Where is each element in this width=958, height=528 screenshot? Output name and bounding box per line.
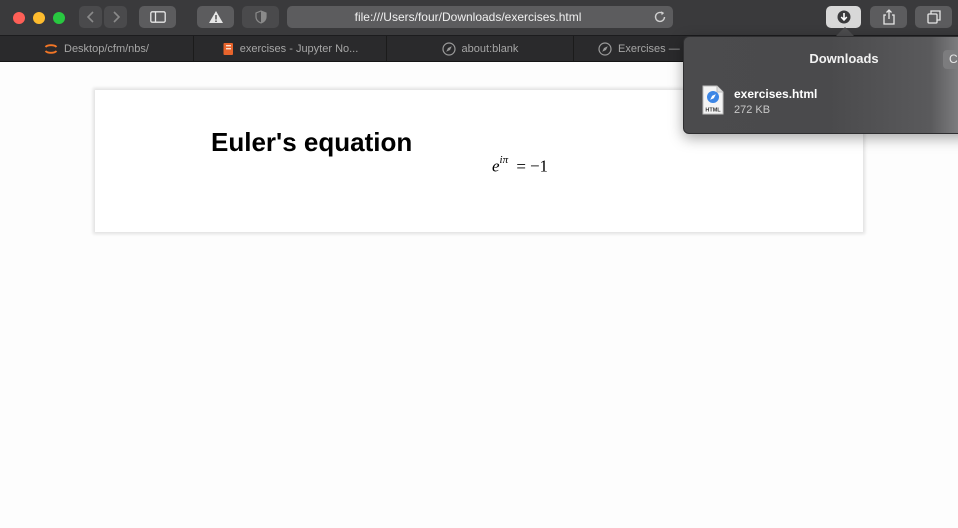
tab-label: about:blank xyxy=(461,42,519,55)
back-button[interactable] xyxy=(79,6,102,28)
download-arrow-icon xyxy=(837,10,850,24)
url-text: file:///Users/four/Downloads/exercises.h… xyxy=(354,10,582,24)
downloads-popover: Downloads Clear HTML exercises.html 272 … xyxy=(683,36,958,134)
tabs-icon xyxy=(926,10,941,24)
minimize-window-button[interactable] xyxy=(33,12,45,24)
warning-triangle-icon xyxy=(208,11,223,23)
tab-about-blank[interactable]: about:blank xyxy=(387,36,574,61)
popover-caret xyxy=(836,27,854,36)
security-warning-button[interactable] xyxy=(197,6,234,28)
chevron-right-icon xyxy=(112,11,120,23)
sidebar-button[interactable] xyxy=(139,6,176,28)
euler-equation: eiπ = −1 xyxy=(492,154,549,177)
tab-overview-button[interactable] xyxy=(915,6,952,28)
chevron-left-icon xyxy=(86,11,94,23)
notebook-icon xyxy=(223,42,233,55)
equation-operator: = xyxy=(516,156,526,176)
address-bar[interactable]: file:///Users/four/Downloads/exercises.h… xyxy=(287,6,673,28)
compass-icon xyxy=(441,41,456,56)
jupyter-icon xyxy=(44,43,58,54)
page-heading: Euler's equation xyxy=(211,127,413,157)
forward-button[interactable] xyxy=(104,6,127,28)
equation-base: e xyxy=(492,156,500,176)
shield-icon xyxy=(254,10,267,24)
share-icon xyxy=(882,9,895,25)
share-button[interactable] xyxy=(870,6,907,28)
privacy-report-button[interactable] xyxy=(242,6,279,28)
tab-label: Desktop/cfm/nbs/ xyxy=(64,42,149,55)
download-file-name[interactable]: exercises.html xyxy=(734,87,817,101)
tab-jupyter-notebook[interactable]: exercises - Jupyter No... xyxy=(194,36,387,61)
file-type-label: HTML xyxy=(705,108,721,114)
tab-label: exercises - Jupyter No... xyxy=(239,42,359,55)
zoom-window-button[interactable] xyxy=(53,12,65,24)
close-window-button[interactable] xyxy=(13,12,25,24)
html-file-icon[interactable]: HTML xyxy=(702,85,724,115)
tab-label: Exercises — xyxy=(618,42,680,55)
sidebar-icon xyxy=(149,11,166,23)
tab-exercises[interactable]: Exercises — xyxy=(574,36,684,61)
equation-exponent: iπ xyxy=(499,154,509,166)
browser-toolbar: file:///Users/four/Downloads/exercises.h… xyxy=(0,0,958,36)
clear-downloads-button[interactable]: Clear xyxy=(943,50,958,69)
downloads-button[interactable] xyxy=(826,6,861,28)
equation-rhs: −1 xyxy=(529,156,549,176)
download-file-size: 272 KB xyxy=(734,104,771,116)
downloads-title: Downloads xyxy=(809,51,879,66)
tab-desktop-nbs[interactable]: Desktop/cfm/nbs/ xyxy=(0,36,194,61)
reload-icon[interactable] xyxy=(653,10,667,24)
compass-icon xyxy=(598,41,612,56)
